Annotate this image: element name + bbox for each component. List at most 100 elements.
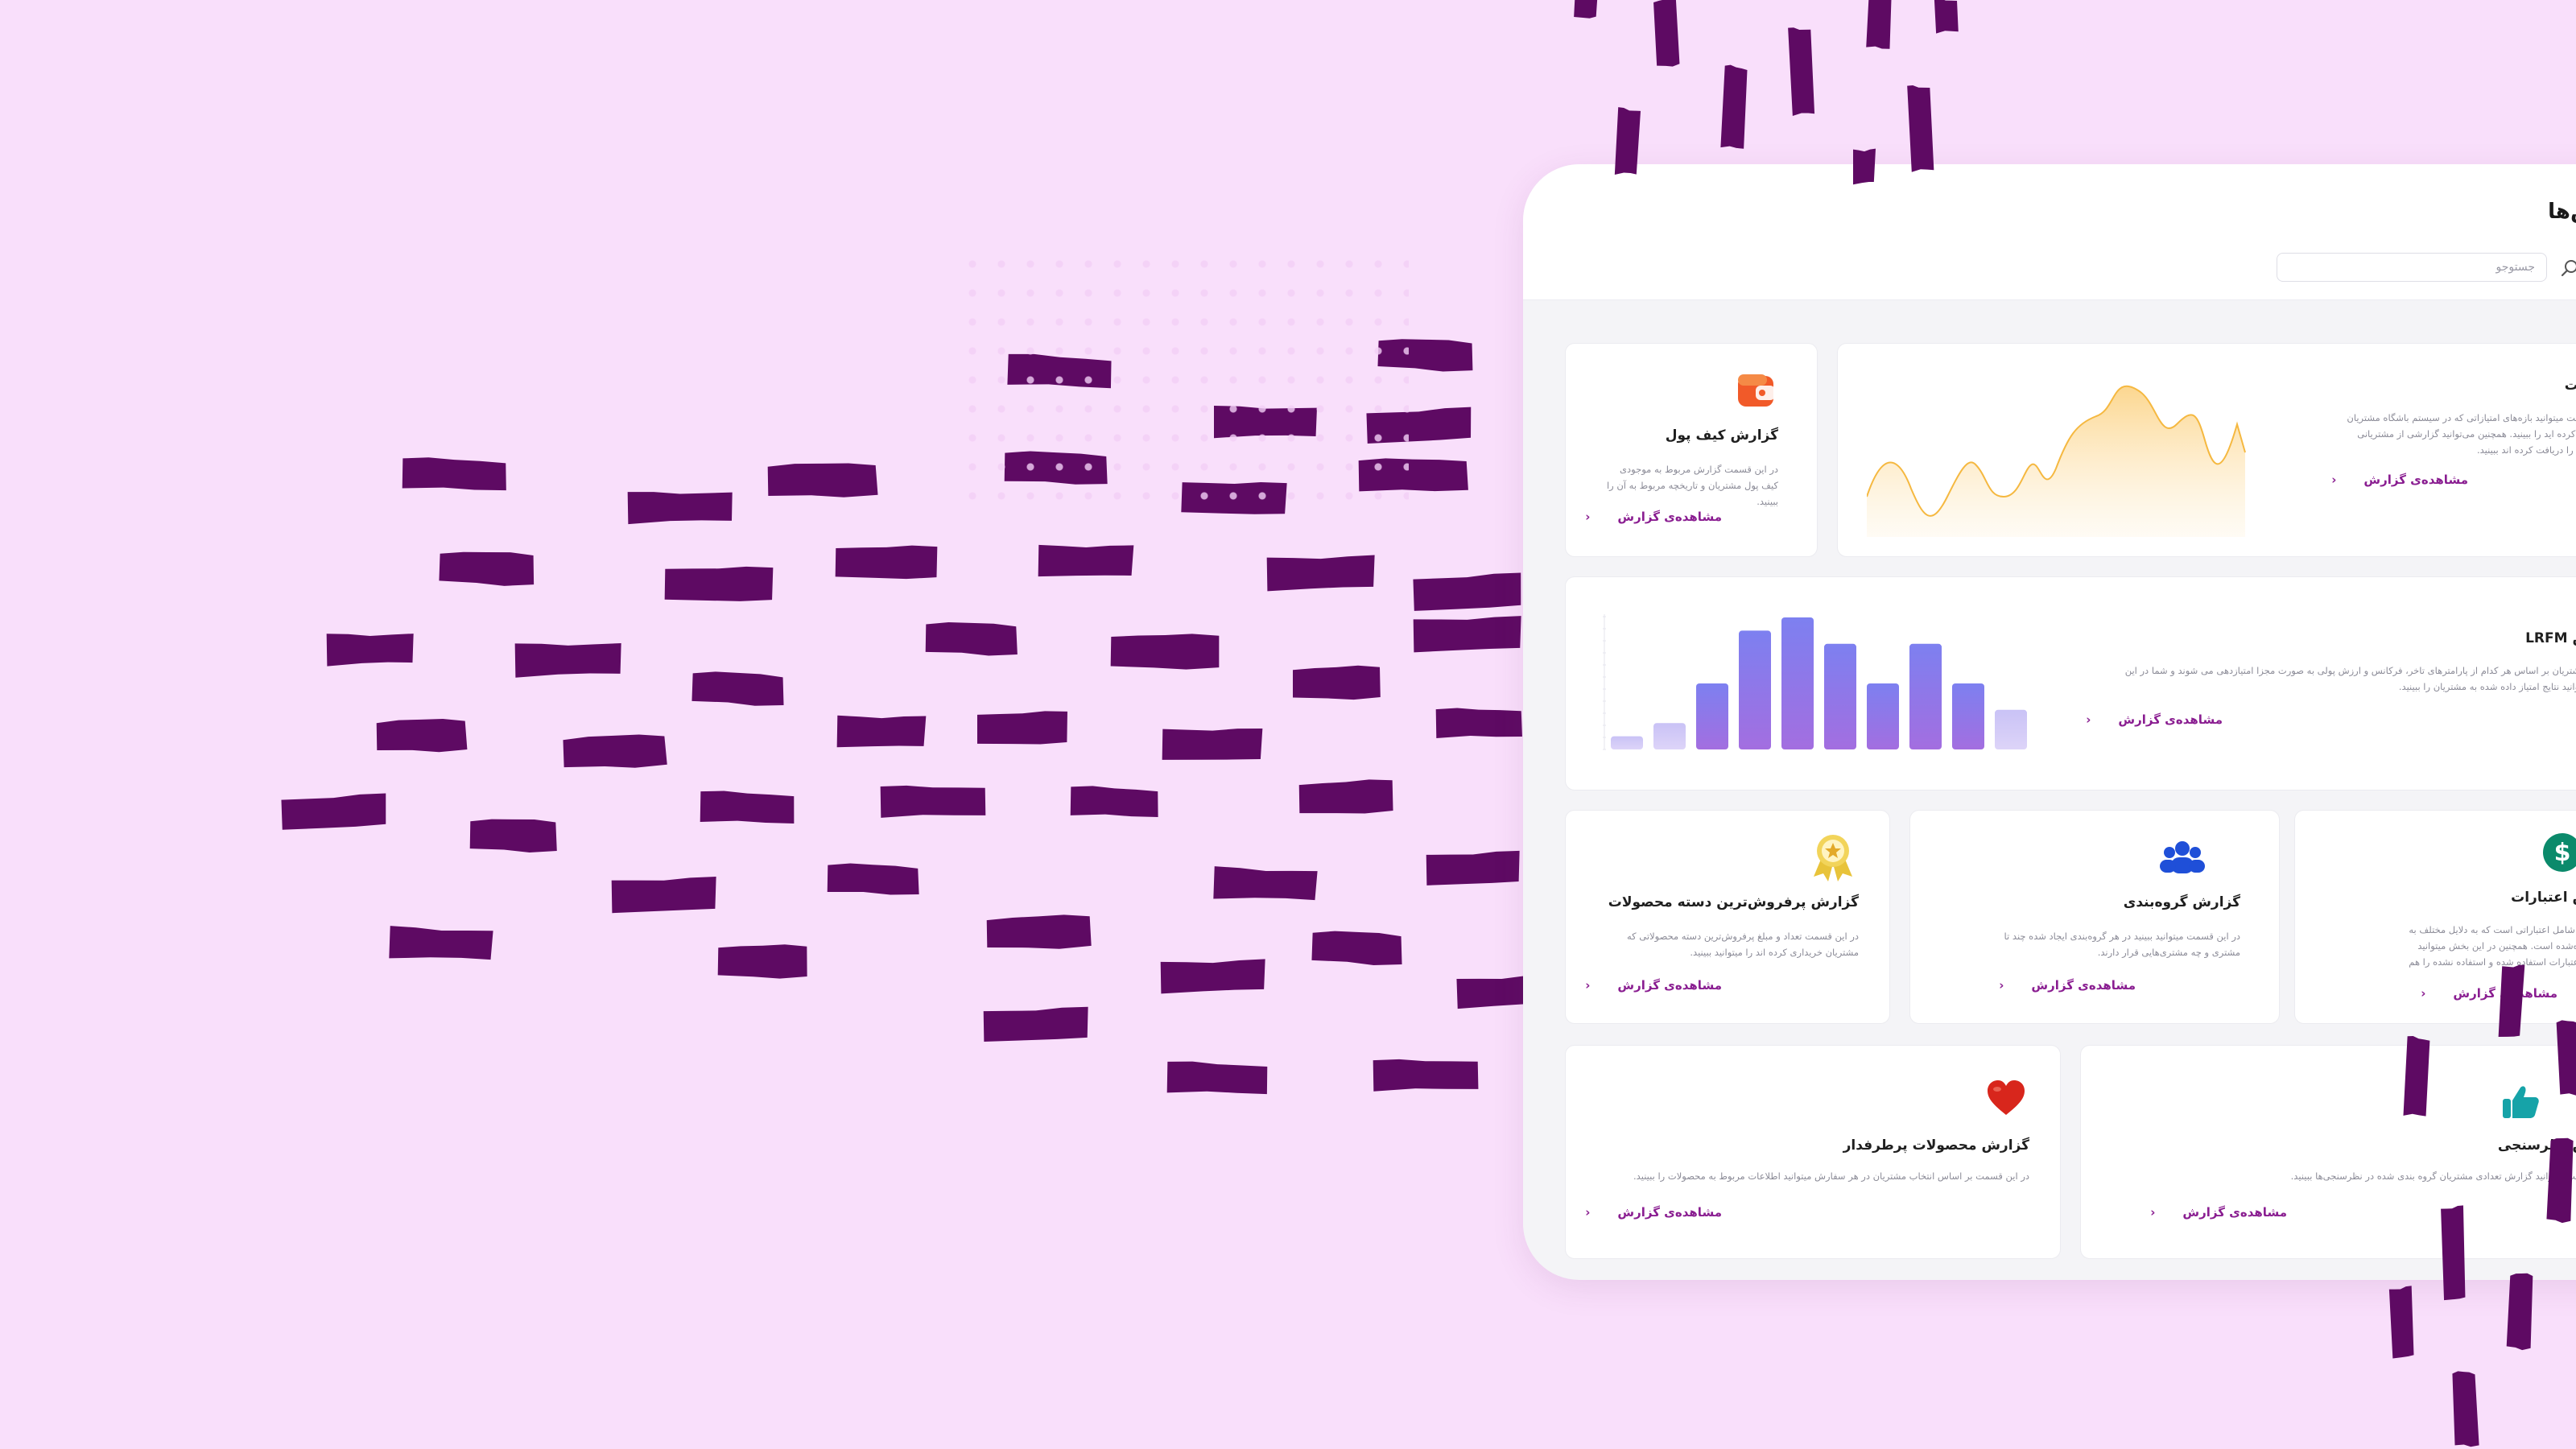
brush-stroke <box>1311 931 1402 965</box>
brush-stroke <box>389 926 493 960</box>
chevron-left-icon: ‹ <box>2331 473 2337 487</box>
award-medal-icon <box>1814 835 1852 881</box>
lrfm-bar <box>1611 736 1643 749</box>
card-title: گزارش گروه‌بندی <box>2123 894 2240 910</box>
brush-stroke <box>880 785 986 818</box>
chevron-left-icon: ‹ <box>1585 510 1591 524</box>
view-report-label: مشاهده‌ی گزارش <box>2118 712 2223 727</box>
view-report-link[interactable]: مشاهده‌ی گزارش ‹ <box>2421 986 2557 1001</box>
brush-stroke <box>1413 616 1521 653</box>
brush-stroke <box>664 566 774 601</box>
wallet-card[interactable]: گزارش کیف پول در این قسمت گزارش مربوط به… <box>1565 343 1818 557</box>
chevron-left-icon: ‹ <box>2150 1205 2156 1220</box>
brush-stroke <box>611 876 716 914</box>
chevron-left-icon: ‹ <box>2421 986 2426 1001</box>
lrfm-bar <box>1739 630 1771 749</box>
lrfm-bar <box>1696 683 1728 749</box>
lrfm-bar <box>1781 617 1814 749</box>
view-report-link[interactable]: مشاهده‌ی گزارش ‹ <box>1585 1205 1722 1220</box>
search-box[interactable] <box>2277 253 2547 282</box>
view-report-link[interactable]: مشاهده‌ی گزارش ‹ <box>2150 1205 2287 1220</box>
brush-stroke <box>986 914 1092 949</box>
card-description: این قسمت شامل اعتباراتی است که به دلایل … <box>2409 924 2576 968</box>
view-report-label: مشاهده‌ی گزارش <box>1617 1205 1722 1220</box>
brush-stroke <box>1426 850 1520 886</box>
brush-stroke <box>563 734 667 768</box>
brush-stroke <box>627 492 733 525</box>
area-chart-icon <box>1867 385 2246 537</box>
brush-stroke <box>691 671 784 706</box>
view-report-link[interactable]: مشاهده‌ی گزارش ‹ <box>1585 978 1722 993</box>
thumbs-up-icon <box>2503 1086 2539 1118</box>
card-description: در این قسمت میتوانید گزارش تعدادی مشتریا… <box>2290 1170 2576 1182</box>
card-description: در این قسمت بر اساس انتخاب مشتریان در هر… <box>1633 1170 2029 1182</box>
credits-card[interactable]: $ گزارش اعتبارات این قسمت شامل اعتباراتی… <box>2294 810 2576 1024</box>
brush-stroke <box>1162 729 1263 760</box>
card-title: گزارش LRFM <box>2525 630 2576 646</box>
brush-stroke <box>827 863 919 895</box>
svg-text:$: $ <box>2554 839 2571 867</box>
bar-chart-icon <box>1603 614 2027 750</box>
brush-stroke <box>1160 959 1265 994</box>
lrfm-bar <box>1824 643 1856 749</box>
card-title: گزارش اعتبارات <box>2511 890 2576 906</box>
brush-stroke <box>514 642 621 678</box>
grouping-card[interactable]: گزارش گروه‌بندی در این قسمت میتوانید ببی… <box>1909 810 2280 1024</box>
view-report-link[interactable]: مشاهده‌ی گزارش ‹ <box>2331 473 2468 487</box>
brush-stroke <box>1266 555 1375 592</box>
brush-stroke <box>836 715 927 748</box>
brush-stroke <box>983 1006 1088 1042</box>
bestseller-card[interactable]: گزارش پرفروش‌ترین دسته محصولات در این قس… <box>1565 810 1890 1024</box>
brush-stroke <box>977 711 1067 745</box>
view-report-label: مشاهده‌ی گزارش <box>2031 978 2136 993</box>
reports-panel: گزارش‌ها امتیازات در این قسمت میتوانید ب… <box>1523 164 2576 1280</box>
card-description: در این قسمت تعداد و مبلغ پرفروش‌ترین دست… <box>1627 931 1859 958</box>
chevron-left-icon: ‹ <box>2086 712 2091 727</box>
dollar-icon: $ <box>2543 833 2576 872</box>
card-description: در این قسمت میتوانید ببینید در هر گروه‌ب… <box>2004 931 2240 958</box>
lrfm-bar <box>1653 723 1686 749</box>
brush-stroke <box>439 551 535 586</box>
brush-stroke <box>1110 634 1220 670</box>
brush-stroke <box>700 791 795 824</box>
view-report-link[interactable]: مشاهده‌ی گزارش ‹ <box>1999 978 2136 993</box>
brush-stroke <box>402 457 506 491</box>
brush-stroke <box>767 463 878 497</box>
card-title: گزارش کیف پول <box>1665 427 1778 444</box>
view-report-link[interactable]: مشاهده‌ی گزارش ‹ <box>2086 712 2223 727</box>
card-title: گزارش پرفروش‌ترین دسته محصولات <box>1608 894 1859 910</box>
lrfm-bar <box>1952 683 1984 749</box>
chevron-left-icon: ‹ <box>1999 978 2004 993</box>
card-title: گزارش محصولات پرطرفدار <box>1843 1137 2029 1154</box>
brush-stroke <box>1038 544 1134 577</box>
brush-stroke <box>326 634 414 667</box>
brush-stroke <box>1413 572 1521 611</box>
decorative-dot-grid <box>958 250 1409 515</box>
search-input[interactable] <box>2277 254 2546 281</box>
users-group-icon <box>2160 841 2205 873</box>
brush-stroke <box>925 621 1018 656</box>
card-description: در این قسمت گزارش مربوط به موجودی کیف پو… <box>1606 464 1778 507</box>
chevron-left-icon: ‹ <box>1585 1205 1591 1220</box>
view-report-label: مشاهده‌ی گزارش <box>2453 986 2557 1001</box>
brush-stroke <box>1070 786 1158 817</box>
heart-icon <box>1988 1080 2025 1115</box>
search-icon[interactable] <box>2560 258 2576 279</box>
brush-stroke <box>1373 1059 1479 1092</box>
lrfm-card[interactable]: گزارش LRFM در روش مشتریان بر اساس هر کدا… <box>1565 576 2576 791</box>
panel-header: گزارش‌ها <box>1523 164 2576 300</box>
popular-products-card[interactable]: گزارش محصولات پرطرفدار در این قسمت بر اس… <box>1565 1045 2061 1259</box>
brush-stroke <box>1166 1061 1268 1095</box>
brush-stroke <box>1293 665 1381 700</box>
points-card[interactable]: امتیازات در این قسمت میتوانید بازه‌های ا… <box>1837 343 2576 557</box>
wallet-icon <box>1738 374 1775 407</box>
brush-stroke <box>1298 779 1393 814</box>
view-report-link[interactable]: مشاهده‌ی گزارش ‹ <box>1585 510 1722 524</box>
card-description: در این قسمت میتوانید بازه‌های امتیازاتی … <box>2347 412 2576 456</box>
brush-stroke <box>469 819 557 853</box>
page-title: گزارش‌ها <box>2548 200 2576 224</box>
brush-stroke <box>717 944 807 979</box>
chevron-left-icon: ‹ <box>1585 978 1591 993</box>
view-report-label: مشاهده‌ی گزارش <box>1617 978 1722 993</box>
survey-card[interactable]: گزارش نظرسنجی در این قسمت میتوانید گزارش… <box>2080 1045 2576 1259</box>
